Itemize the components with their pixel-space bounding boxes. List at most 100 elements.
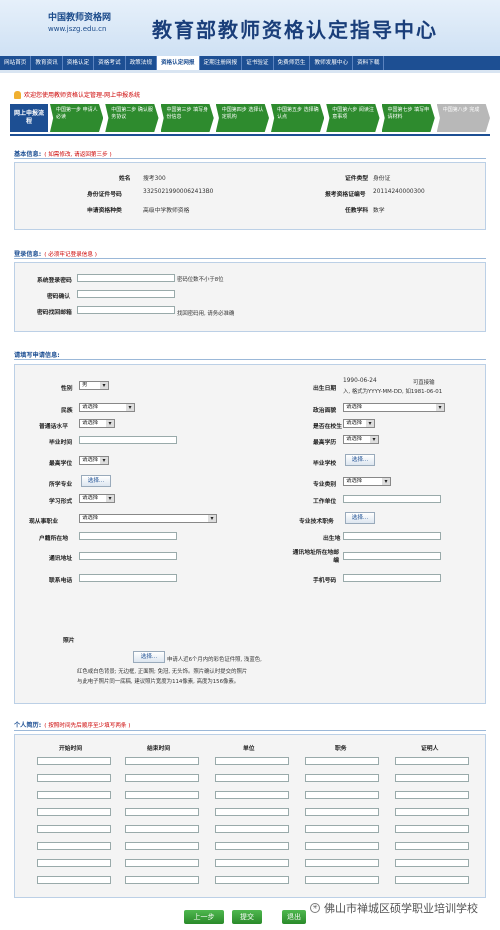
graduation-time-input[interactable] <box>79 436 177 444</box>
birthplace-input[interactable] <box>343 532 441 540</box>
nav-item-register[interactable]: 定期注册网报 <box>200 56 243 70</box>
resume-cell-input[interactable] <box>37 791 111 799</box>
resume-cell-input[interactable] <box>395 859 469 867</box>
politics-select[interactable]: 请选择 <box>343 403 445 412</box>
resume-cell-input[interactable] <box>215 791 289 799</box>
subject-label: 任教学科 <box>345 208 369 214</box>
in-school-select[interactable]: 请选择 <box>343 419 375 428</box>
site-logo[interactable]: 中国教师资格网 www.jszg.edu.cn <box>48 10 138 44</box>
basic-info-title: 基本信息: <box>14 151 42 158</box>
resume-cell-input[interactable] <box>395 825 469 833</box>
step-8: 中国第八步 完成 <box>436 104 490 132</box>
resume-header-position: 职务 <box>335 746 347 752</box>
resume-cell-input[interactable] <box>125 791 199 799</box>
resume-cell-input[interactable] <box>305 842 379 850</box>
nav-item-online-apply[interactable]: 资格认定网报 <box>156 56 200 70</box>
name-label: 姓名 <box>119 176 131 182</box>
nav-item-exam[interactable]: 资格考试 <box>94 56 126 70</box>
nation-select[interactable]: 请选择 <box>79 403 135 412</box>
hukou-input[interactable] <box>79 532 177 540</box>
resume-cell-input[interactable] <box>37 808 111 816</box>
resume-cell-input[interactable] <box>125 825 199 833</box>
address-input[interactable] <box>79 552 177 560</box>
politics-label: 政治面貌 <box>313 408 337 414</box>
idtype-value: 身份证 <box>373 176 391 182</box>
occupation-label: 现从事职业 <box>29 519 58 525</box>
resume-cell-input[interactable] <box>215 774 289 782</box>
resume-cell-input[interactable] <box>395 791 469 799</box>
resume-cell-input[interactable] <box>395 876 469 884</box>
resume-header-start: 开始时间 <box>59 746 83 752</box>
resume-cell-input[interactable] <box>37 842 111 850</box>
birth-date-hint-1: 可直接输 <box>413 380 435 386</box>
resume-cell-input[interactable] <box>395 808 469 816</box>
resume-cell-input[interactable] <box>305 791 379 799</box>
resume-cell-input[interactable] <box>305 774 379 782</box>
resume-cell-input[interactable] <box>37 859 111 867</box>
submit-button[interactable]: 提交 <box>232 910 262 924</box>
logo-url: www.jszg.edu.cn <box>48 25 107 33</box>
resume-cell-input[interactable] <box>215 859 289 867</box>
idtype-label: 证件类型 <box>345 176 369 182</box>
resume-cell-input[interactable] <box>215 808 289 816</box>
mandarin-label: 普通话水平 <box>39 424 68 430</box>
cert-type-label: 申请资格种类 <box>87 208 122 214</box>
highest-degree-select[interactable]: 请选择 <box>343 435 379 444</box>
recovery-email-input[interactable] <box>77 306 175 314</box>
birth-date-value[interactable]: 1990-06-24 <box>343 378 377 384</box>
highest-degree-title-select[interactable]: 请选择 <box>79 456 109 465</box>
nav-item-news[interactable]: 教育资讯 <box>31 56 63 70</box>
resume-cell-input[interactable] <box>395 842 469 850</box>
resume-cell-input[interactable] <box>305 825 379 833</box>
major-type-label: 专业类别 <box>313 482 337 488</box>
occupation-select[interactable]: 请选择 <box>79 514 217 523</box>
basic-info-divider <box>14 158 486 159</box>
graduate-school-button[interactable]: 选择... <box>345 454 375 466</box>
nav-item-verify[interactable]: 证书验证 <box>242 56 274 70</box>
resume-cell-input[interactable] <box>37 876 111 884</box>
resume-cell-input[interactable] <box>37 757 111 765</box>
resume-cell-input[interactable] <box>215 757 289 765</box>
resume-cell-input[interactable] <box>305 876 379 884</box>
prev-step-button[interactable]: 上一步 <box>184 910 224 924</box>
resume-cell-input[interactable] <box>125 757 199 765</box>
photo-upload-button[interactable]: 选择... <box>133 651 165 663</box>
gender-select[interactable]: 男 <box>79 381 109 390</box>
workplace-input[interactable] <box>343 495 441 503</box>
study-form-select[interactable]: 请选择 <box>79 494 115 503</box>
resume-cell-input[interactable] <box>215 842 289 850</box>
resume-cell-input[interactable] <box>125 808 199 816</box>
mobile-input[interactable] <box>343 574 441 582</box>
nav-item-policy[interactable]: 政策法规 <box>126 56 157 70</box>
resume-cell-input[interactable] <box>125 842 199 850</box>
resume-cell-input[interactable] <box>215 825 289 833</box>
resume-cell-input[interactable] <box>395 757 469 765</box>
postcode-input[interactable] <box>343 552 441 560</box>
resume-panel: 开始时间 结束时间 单位 职务 证明人 <box>14 734 486 898</box>
nav-item-development[interactable]: 教师发展中心 <box>310 56 354 70</box>
nav-item-home[interactable]: 网站首页 <box>0 56 32 70</box>
nav-item-free-normal[interactable]: 免费师范生 <box>274 56 311 70</box>
confirm-password-input[interactable] <box>77 290 175 298</box>
birth-date-label: 出生日期 <box>313 386 337 392</box>
password-input[interactable] <box>77 274 175 282</box>
resume-cell-input[interactable] <box>125 859 199 867</box>
exit-button[interactable]: 退出 <box>282 910 306 924</box>
phone-input[interactable] <box>79 574 177 582</box>
resume-cell-input[interactable] <box>305 757 379 765</box>
resume-cell-input[interactable] <box>125 774 199 782</box>
resume-cell-input[interactable] <box>395 774 469 782</box>
resume-cell-input[interactable] <box>37 825 111 833</box>
nav-item-certify[interactable]: 资格认定 <box>63 56 95 70</box>
nav-item-download[interactable]: 资料下载 <box>353 56 385 70</box>
mandarin-select[interactable]: 请选择 <box>79 419 115 428</box>
resume-cell-input[interactable] <box>305 859 379 867</box>
resume-cell-input[interactable] <box>125 876 199 884</box>
resume-cell-input[interactable] <box>305 808 379 816</box>
tech-title-button[interactable]: 选择... <box>345 512 375 524</box>
resume-divider <box>14 730 486 731</box>
major-button[interactable]: 选择... <box>81 475 111 487</box>
major-type-select[interactable]: 请选择 <box>343 477 391 486</box>
resume-cell-input[interactable] <box>37 774 111 782</box>
resume-cell-input[interactable] <box>215 876 289 884</box>
